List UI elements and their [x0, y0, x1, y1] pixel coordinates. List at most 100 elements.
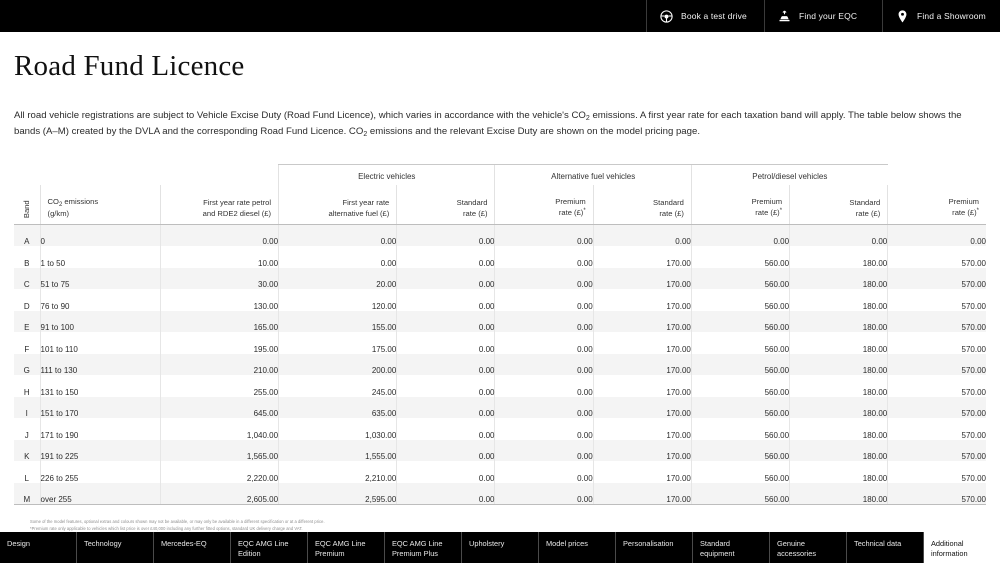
nav-tab-model-prices[interactable]: Model prices: [539, 532, 616, 563]
header-co2-text2: emissions: [62, 197, 98, 206]
table-cell-ev-prem: 0.00: [495, 311, 593, 333]
table-cell-pd-std: 180.00: [790, 354, 888, 376]
table-row: G111 to 130210.00200.000.000.00170.00560…: [14, 354, 986, 376]
intro-co2-subscript-1: 2: [586, 115, 590, 122]
table-cell-pd-prem: 0.00: [888, 225, 986, 247]
table-cell-ev-prem: 0.00: [495, 268, 593, 290]
table-column-header-pd-std: Standardrate (£): [790, 185, 888, 225]
table-row: H131 to 150255.00245.000.000.00170.00560…: [14, 375, 986, 397]
table-cell-fyr-petrol: 130.00: [160, 289, 278, 311]
nav-tab-personalisation[interactable]: Personalisation: [616, 532, 693, 563]
car-lift-icon: [777, 9, 792, 24]
table-cell-ev-prem: 0.00: [495, 397, 593, 419]
intro-co2-subscript-2: 2: [363, 131, 367, 138]
table-cell-band: E: [14, 311, 40, 333]
table-cell-alt-std: 170.00: [593, 289, 691, 311]
table-cell-pd-std: 180.00: [790, 332, 888, 354]
table-cell-alt-prem: 560.00: [691, 375, 789, 397]
table-cell-pd-prem: 570.00: [888, 418, 986, 440]
nav-tab-label: Genuine accessories: [777, 539, 840, 558]
table-group-header-blank: [14, 165, 279, 185]
bottom-tab-navigation: DesignTechnologyMercedes-EQEQC AMG Line …: [0, 531, 1000, 563]
nav-tab-technology[interactable]: Technology: [77, 532, 154, 563]
table-cell-alt-prem: 560.00: [691, 268, 789, 290]
table-cell-band: G: [14, 354, 40, 376]
nav-tab-technical-data[interactable]: Technical data: [847, 532, 924, 563]
table-cell-band: B: [14, 246, 40, 268]
table-cell-fyr-alt: 2,595.00: [279, 483, 397, 505]
footnote-line: Some of the model features, optional ext…: [30, 519, 972, 525]
nav-tab-eqc-amg-line-premium[interactable]: EQC AMG Line Premium: [308, 532, 385, 563]
topbar-button-book-a-test-drive[interactable]: Book a test drive: [646, 0, 764, 32]
table-cell-pd-std: 180.00: [790, 289, 888, 311]
nav-tab-eqc-amg-line-premium-plus[interactable]: EQC AMG Line Premium Plus: [385, 532, 462, 563]
table-cell-pd-std: 0.00: [790, 225, 888, 247]
table-cell-pd-std: 180.00: [790, 375, 888, 397]
table-body: A00.000.000.000.000.000.000.000.00B1 to …: [14, 225, 986, 505]
table-cell-ev-std: 0.00: [397, 225, 495, 247]
table-cell-pd-prem: 570.00: [888, 289, 986, 311]
table-row: B1 to 5010.000.000.000.00170.00560.00180…: [14, 246, 986, 268]
table-column-header-ev-std: Standardrate (£): [397, 185, 495, 225]
nav-tab-upholstery[interactable]: Upholstery: [462, 532, 539, 563]
table-cell-pd-std: 180.00: [790, 461, 888, 483]
nav-tab-mercedes-eq[interactable]: Mercedes-EQ: [154, 532, 231, 563]
table-cell-ev-std: 0.00: [397, 461, 495, 483]
table-cell-co2: 1 to 50: [40, 246, 160, 268]
table-cell-fyr-alt: 20.00: [279, 268, 397, 290]
table-cell-band: H: [14, 375, 40, 397]
page-root: Book a test driveFind your EQCFind a Sho…: [0, 0, 1000, 563]
table-cell-fyr-alt: 635.00: [279, 397, 397, 419]
header-line-1: Premium: [555, 197, 585, 206]
nav-tab-label: Additional information: [931, 539, 994, 558]
nav-tab-genuine-accessories[interactable]: Genuine accessories: [770, 532, 847, 563]
table-cell-alt-prem: 560.00: [691, 311, 789, 333]
nav-tab-design[interactable]: Design: [0, 532, 77, 563]
table-cell-fyr-petrol: 195.00: [160, 332, 278, 354]
table-row: E91 to 100165.00155.000.000.00170.00560.…: [14, 311, 986, 333]
table-cell-pd-std: 180.00: [790, 397, 888, 419]
map-pin-icon: [895, 9, 910, 24]
table-cell-pd-prem: 570.00: [888, 461, 986, 483]
header-line-2: rate (£): [559, 208, 583, 217]
header-line-2: rate (£): [659, 209, 683, 218]
road-fund-licence-table: Electric vehiclesAlternative fuel vehicl…: [14, 164, 986, 505]
table-cell-fyr-alt: 1,030.00: [279, 418, 397, 440]
table-column-header-row: BandCO2 emissions(g/km)First year rate p…: [14, 185, 986, 225]
table-column-header-band: Band: [14, 185, 40, 225]
table-cell-band: F: [14, 332, 40, 354]
table-column-header-ev-prem: Premiumrate (£)*: [495, 185, 593, 225]
table-cell-pd-std: 180.00: [790, 483, 888, 505]
table-cell-alt-prem: 560.00: [691, 440, 789, 462]
table-cell-fyr-petrol: 30.00: [160, 268, 278, 290]
nav-tab-label: Standard equipment: [700, 539, 763, 558]
table-cell-alt-prem: 560.00: [691, 332, 789, 354]
table-cell-ev-std: 0.00: [397, 246, 495, 268]
nav-tab-label: Personalisation: [623, 539, 674, 549]
intro-text-part-1: All road vehicle registrations are subje…: [14, 110, 586, 121]
nav-tab-standard-equipment[interactable]: Standard equipment: [693, 532, 770, 563]
table-cell-ev-prem: 0.00: [495, 246, 593, 268]
header-line-1: Standard: [653, 198, 684, 207]
topbar-button-find-a-showroom[interactable]: Find a Showroom: [882, 0, 1000, 32]
topbar-button-find-your-eqc[interactable]: Find your EQC: [764, 0, 882, 32]
table-cell-co2: 151 to 170: [40, 397, 160, 419]
table-column-header-pd-prem: Premiumrate (£)*: [888, 185, 986, 225]
table-cell-ev-std: 0.00: [397, 418, 495, 440]
table-cell-fyr-petrol: 645.00: [160, 397, 278, 419]
table-cell-alt-prem: 560.00: [691, 418, 789, 440]
table-cell-ev-std: 0.00: [397, 332, 495, 354]
table-cell-ev-std: 0.00: [397, 289, 495, 311]
nav-tab-label: EQC AMG Line Premium: [315, 539, 378, 558]
table-cell-fyr-petrol: 10.00: [160, 246, 278, 268]
top-utility-bar: Book a test driveFind your EQCFind a Sho…: [0, 0, 1000, 32]
table-cell-co2: 226 to 255: [40, 461, 160, 483]
table-cell-fyr-petrol: 210.00: [160, 354, 278, 376]
header-line-1: Premium: [752, 197, 782, 206]
nav-tab-additional-information[interactable]: Additional information: [924, 532, 1000, 563]
table-cell-ev-prem: 0.00: [495, 375, 593, 397]
table-cell-ev-std: 0.00: [397, 268, 495, 290]
table-column-header-fyr-petrol-a: First year rate petroland RDE2 diesel (£…: [160, 185, 278, 225]
nav-tab-eqc-amg-line-edition[interactable]: EQC AMG Line Edition: [231, 532, 308, 563]
table-cell-ev-std: 0.00: [397, 440, 495, 462]
